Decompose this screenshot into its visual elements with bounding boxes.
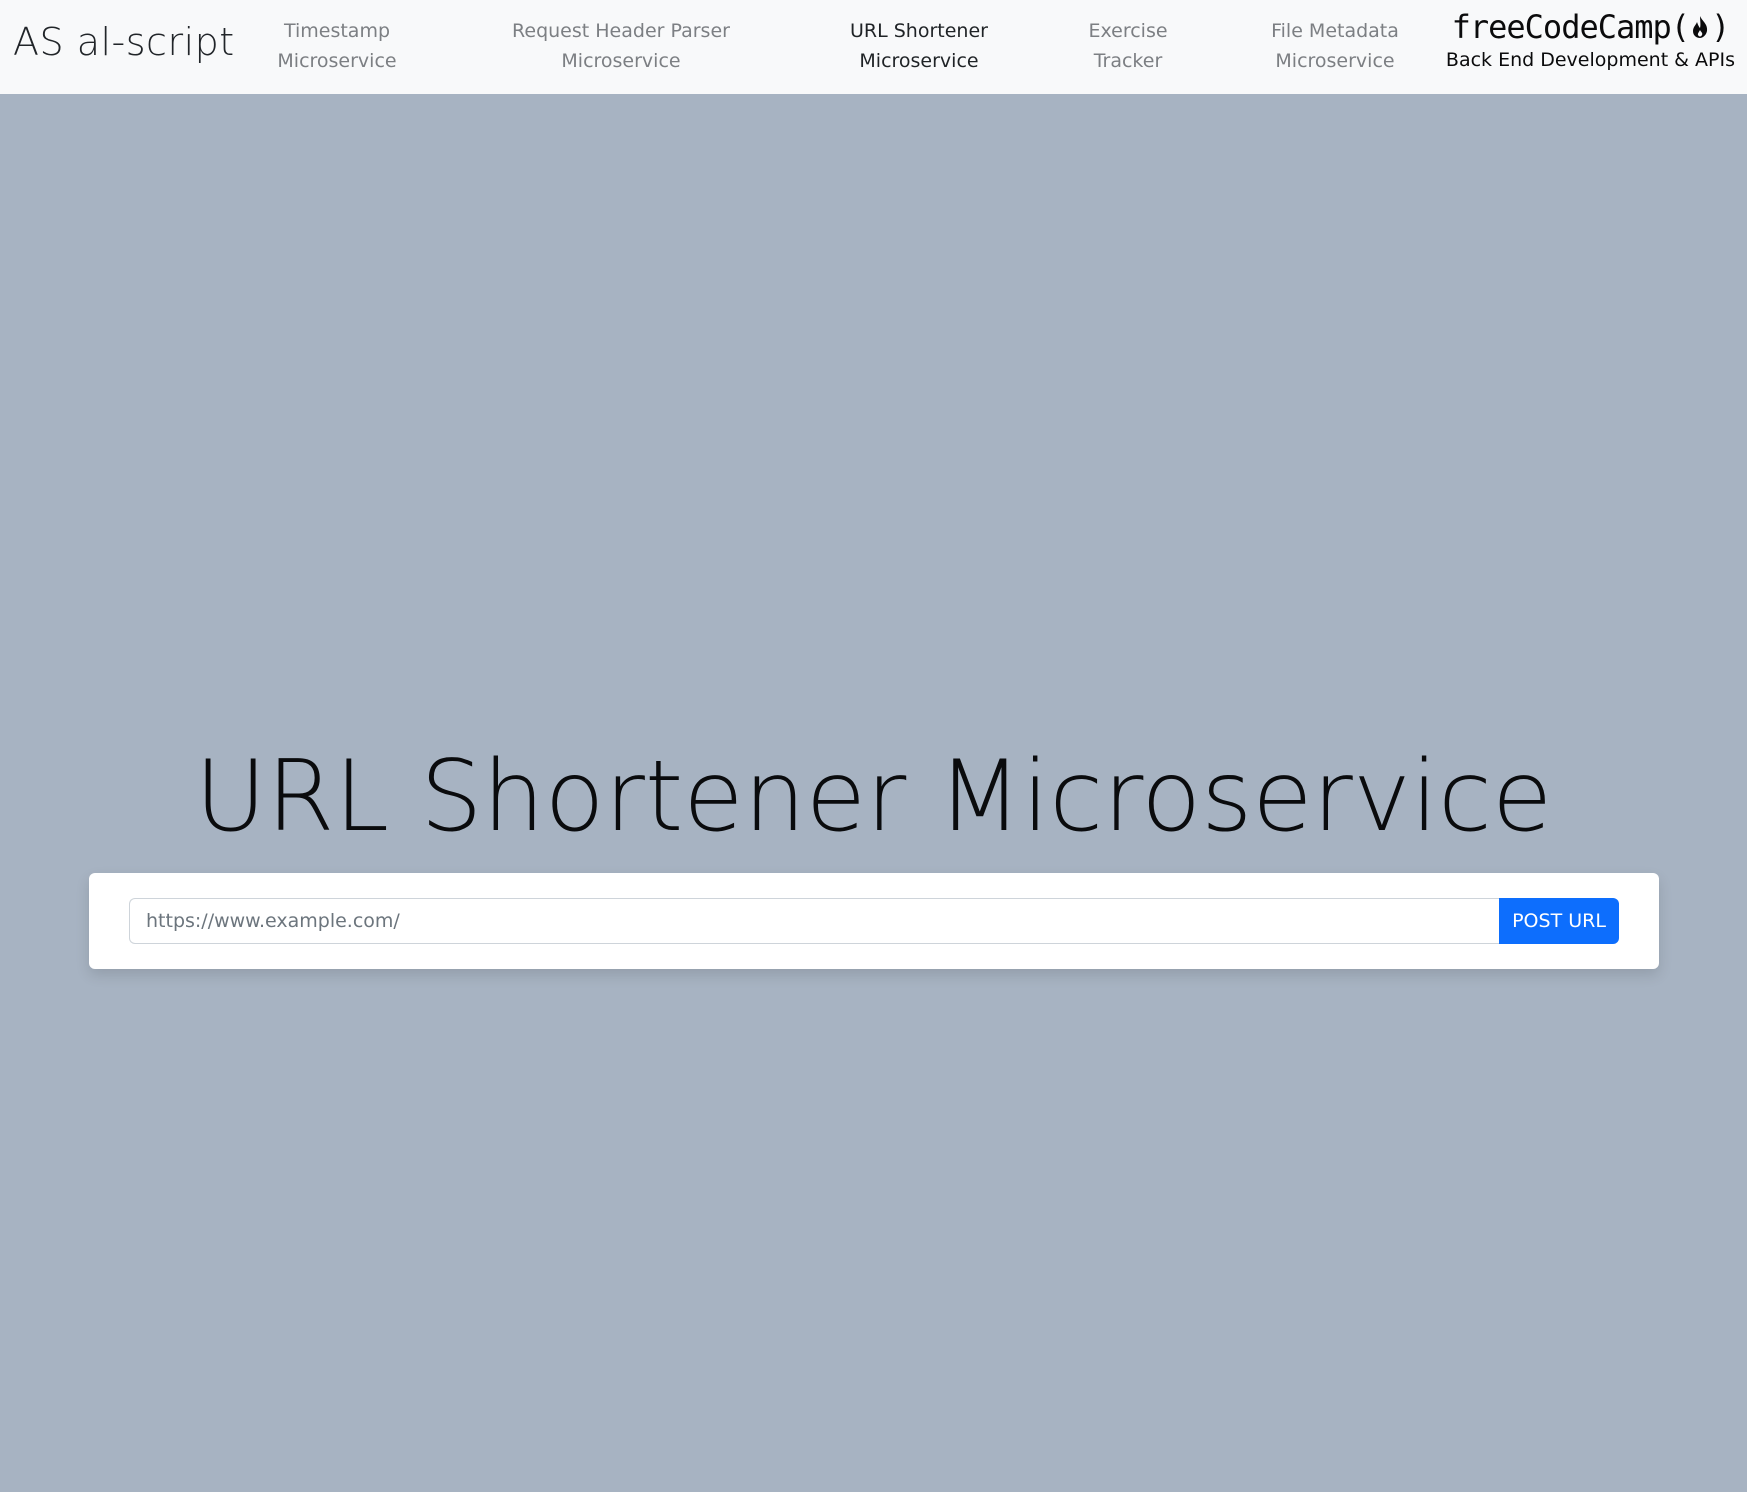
nav-link-request-header-parser[interactable]: Request Header Parser Microservice: [512, 16, 730, 76]
nav-link-label-line1: Exercise: [1088, 20, 1168, 42]
nav-link-label-line1: URL Shortener: [850, 20, 988, 42]
freecodecamp-logo-text: freeCodeCamp(: [1451, 8, 1690, 46]
nav-link-file-metadata[interactable]: File Metadata Microservice: [1271, 16, 1399, 76]
nav-link-label-line2: Microservice: [561, 50, 681, 72]
nav-link-label-line2: Tracker: [1093, 50, 1163, 72]
freecodecamp-logo-close: ): [1711, 8, 1730, 46]
nav-link-label-line2: Microservice: [277, 50, 397, 72]
nav-link-label-line1: File Metadata: [1271, 20, 1399, 42]
nav-link-label-line2: Microservice: [859, 50, 979, 72]
url-input[interactable]: [129, 898, 1499, 944]
page-title: URL Shortener Microservice: [194, 740, 1553, 854]
url-form-card: POST URL: [89, 873, 1659, 969]
brand-link[interactable]: AS al-script: [13, 20, 235, 64]
nav-link-label-line1: Timestamp: [283, 20, 391, 42]
nav-link-label-line2: Microservice: [1275, 50, 1395, 72]
freecodecamp-subtitle: Back End Development & APIs: [1445, 49, 1735, 71]
nav-link-label-line1: Request Header Parser: [512, 20, 730, 42]
freecodecamp-logo: freeCodeCamp( ): [1451, 8, 1731, 46]
nav-link-exercise-tracker[interactable]: Exercise Tracker: [1088, 16, 1167, 76]
flame-icon: [1693, 16, 1708, 38]
top-navbar: AS al-script Timestamp Microservice Requ…: [0, 0, 1747, 94]
nav-link-url-shortener[interactable]: URL Shortener Microservice: [850, 16, 988, 76]
post-url-button[interactable]: POST URL: [1499, 898, 1619, 944]
freecodecamp-badge[interactable]: freeCodeCamp( ) Back End Development & A…: [1446, 8, 1735, 74]
nav-link-timestamp[interactable]: Timestamp Microservice: [277, 16, 396, 76]
